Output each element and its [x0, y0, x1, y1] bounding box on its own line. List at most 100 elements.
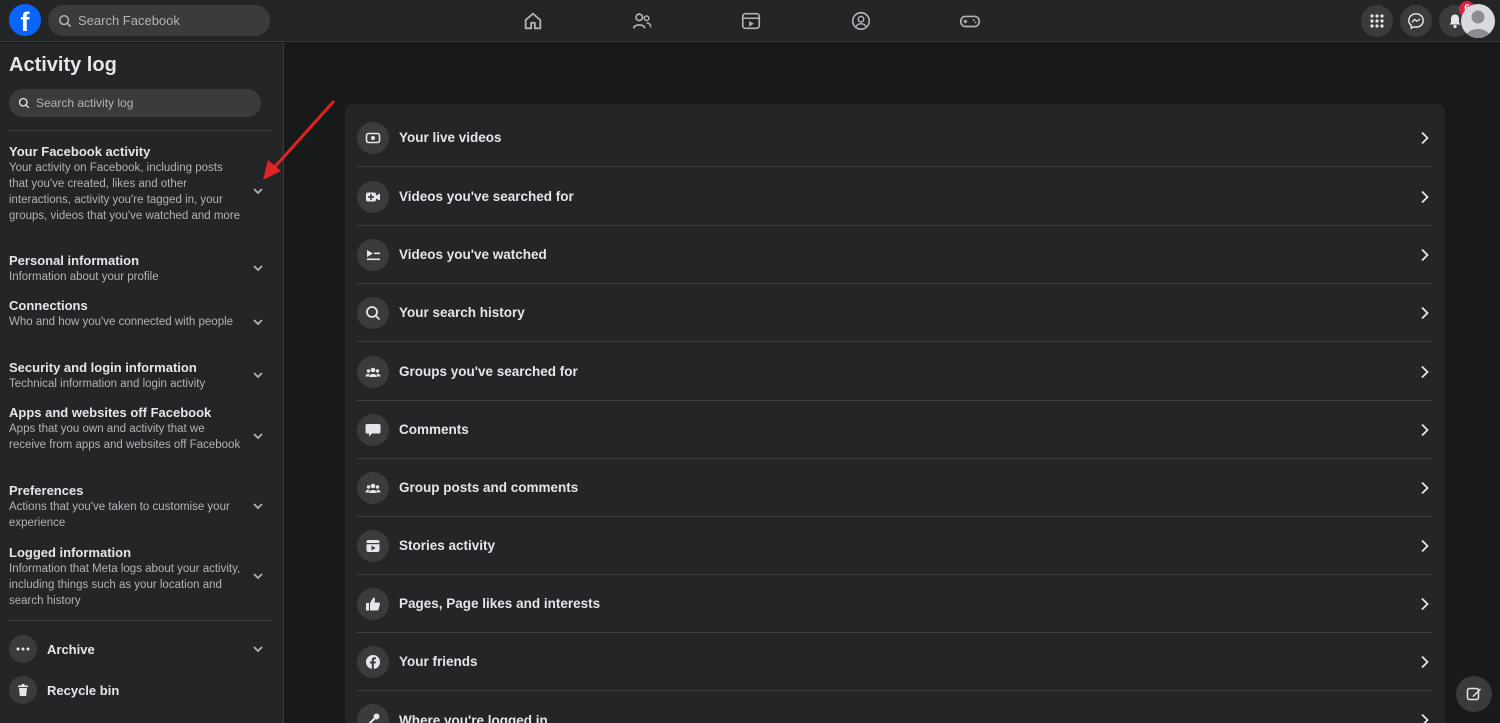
- chevron-down-icon[interactable]: [251, 261, 265, 275]
- menu-button[interactable]: [1361, 5, 1393, 37]
- groups-icon[interactable]: [850, 10, 872, 32]
- annotation-arrow: [263, 99, 336, 180]
- section-security-and-login[interactable]: Security and login information Technical…: [9, 359, 271, 392]
- row-label: Videos you've searched for: [399, 189, 574, 204]
- comment-icon: [357, 413, 389, 446]
- search-icon: [357, 296, 389, 329]
- chevron-down-icon[interactable]: [251, 315, 265, 329]
- section-apps-and-websites[interactable]: Apps and websites off Facebook Apps that…: [9, 404, 271, 453]
- row-label: Your search history: [399, 305, 525, 320]
- groups-icon: [357, 471, 389, 504]
- stories-icon: [357, 529, 389, 562]
- chevron-right-icon: [1421, 423, 1429, 437]
- divider: [9, 620, 271, 621]
- chevron-right-icon: [1421, 539, 1429, 553]
- messenger-button[interactable]: [1400, 5, 1432, 37]
- divider: [9, 130, 271, 131]
- section-title: Personal information: [9, 253, 140, 268]
- list-item[interactable]: Videos you've watched: [357, 226, 1432, 284]
- list-item[interactable]: Your search history: [357, 284, 1432, 342]
- archive-item[interactable]: Archive: [9, 632, 271, 666]
- activity-log-search-input[interactable]: Search activity log: [9, 89, 261, 117]
- section-title: Connections: [9, 298, 88, 313]
- row-label: Your live videos: [399, 130, 502, 145]
- section-title: Apps and websites off Facebook: [9, 405, 212, 420]
- video-search-icon: [357, 180, 389, 213]
- list-item[interactable]: Comments: [357, 401, 1432, 459]
- list-item[interactable]: Your friends: [357, 633, 1432, 691]
- row-label: Where you're logged in: [399, 712, 548, 723]
- gaming-icon[interactable]: [959, 10, 981, 32]
- list-item[interactable]: Where you're logged in: [357, 691, 1432, 723]
- section-description: Apps that you own and activity that we r…: [9, 423, 241, 451]
- facebook-logo[interactable]: f: [9, 4, 41, 36]
- section-description: Your activity on Facebook, including pos…: [9, 162, 241, 222]
- live-video-icon: [357, 121, 389, 154]
- search-placeholder: Search Facebook: [78, 13, 180, 28]
- chevron-down-icon[interactable]: [251, 429, 265, 443]
- chevron-right-icon: [1421, 365, 1429, 379]
- facebook-icon: [357, 645, 389, 678]
- row-label: Your friends: [399, 654, 478, 669]
- home-icon[interactable]: [522, 10, 544, 32]
- section-description: Information that Meta logs about your ac…: [9, 563, 241, 607]
- list-item[interactable]: Groups you've searched for: [357, 343, 1432, 401]
- section-title: Preferences: [9, 483, 84, 498]
- messenger-icon: [1408, 13, 1424, 30]
- chevron-right-icon: [1421, 713, 1429, 723]
- list-item[interactable]: Your live videos: [357, 109, 1432, 167]
- trash-icon: [9, 676, 37, 704]
- thumbs-up-icon: [357, 587, 389, 620]
- search-placeholder: Search activity log: [36, 96, 134, 110]
- search-icon: [18, 97, 30, 109]
- chevron-right-icon: [1421, 306, 1429, 320]
- row-label: Stories activity: [399, 538, 496, 553]
- section-description: Information about your profile: [9, 271, 159, 283]
- chevron-down-icon[interactable]: [251, 642, 265, 656]
- top-navigation-bar: f Search Facebook 6: [0, 0, 1500, 42]
- row-label: Videos you've watched: [399, 247, 547, 262]
- section-description: Actions that you've taken to customise y…: [9, 501, 230, 529]
- list-item[interactable]: Videos you've searched for: [357, 168, 1432, 226]
- section-title: Logged information: [9, 545, 132, 560]
- edit-icon: [1466, 687, 1481, 701]
- row-label: Pages, Page likes and interests: [399, 596, 601, 611]
- profile-avatar[interactable]: [1461, 4, 1495, 38]
- grid-menu-icon: [1370, 14, 1384, 28]
- facebook-search-input[interactable]: Search Facebook: [48, 5, 270, 36]
- page-title: Activity log: [9, 54, 117, 76]
- list-item[interactable]: Pages, Page likes and interests: [357, 575, 1432, 633]
- chevron-right-icon: [1421, 597, 1429, 611]
- more-icon: [9, 635, 37, 663]
- section-logged-information[interactable]: Logged information Information that Meta…: [9, 544, 271, 609]
- activity-categories-list: Your live videos Videos you've searched …: [345, 104, 1445, 723]
- video-icon[interactable]: [740, 10, 762, 32]
- friends-icon[interactable]: [631, 10, 653, 32]
- chevron-right-icon: [1421, 248, 1429, 262]
- key-icon: [357, 704, 389, 723]
- chevron-down-icon[interactable]: [251, 368, 265, 382]
- watched-videos-icon: [357, 238, 389, 271]
- list-item[interactable]: Stories activity: [357, 517, 1432, 575]
- default-avatar-icon: [1465, 10, 1491, 38]
- section-personal-information[interactable]: Personal information Information about y…: [9, 252, 271, 285]
- section-connections[interactable]: Connections Who and how you've connected…: [9, 297, 271, 330]
- row-label: Group posts and comments: [399, 480, 579, 495]
- groups-icon: [357, 355, 389, 388]
- archive-label: Archive: [47, 641, 95, 657]
- chevron-right-icon: [1421, 190, 1429, 204]
- chevron-down-icon[interactable]: [251, 499, 265, 513]
- section-description: Who and how you've connected with people: [9, 316, 234, 328]
- section-preferences[interactable]: Preferences Actions that you've taken to…: [9, 482, 271, 531]
- compose-button[interactable]: [1456, 676, 1492, 712]
- row-label: Comments: [399, 422, 469, 437]
- section-your-facebook-activity[interactable]: Your Facebook activity Your activity on …: [9, 143, 271, 224]
- chevron-right-icon: [1421, 131, 1429, 145]
- section-title: Security and login information: [9, 360, 197, 375]
- recycle-bin-item[interactable]: Recycle bin: [9, 673, 271, 707]
- chevron-right-icon: [1421, 481, 1429, 495]
- chevron-right-icon: [1421, 655, 1429, 669]
- list-item[interactable]: Group posts and comments: [357, 459, 1432, 517]
- recycle-bin-label: Recycle bin: [47, 682, 120, 698]
- chevron-down-icon[interactable]: [251, 569, 265, 583]
